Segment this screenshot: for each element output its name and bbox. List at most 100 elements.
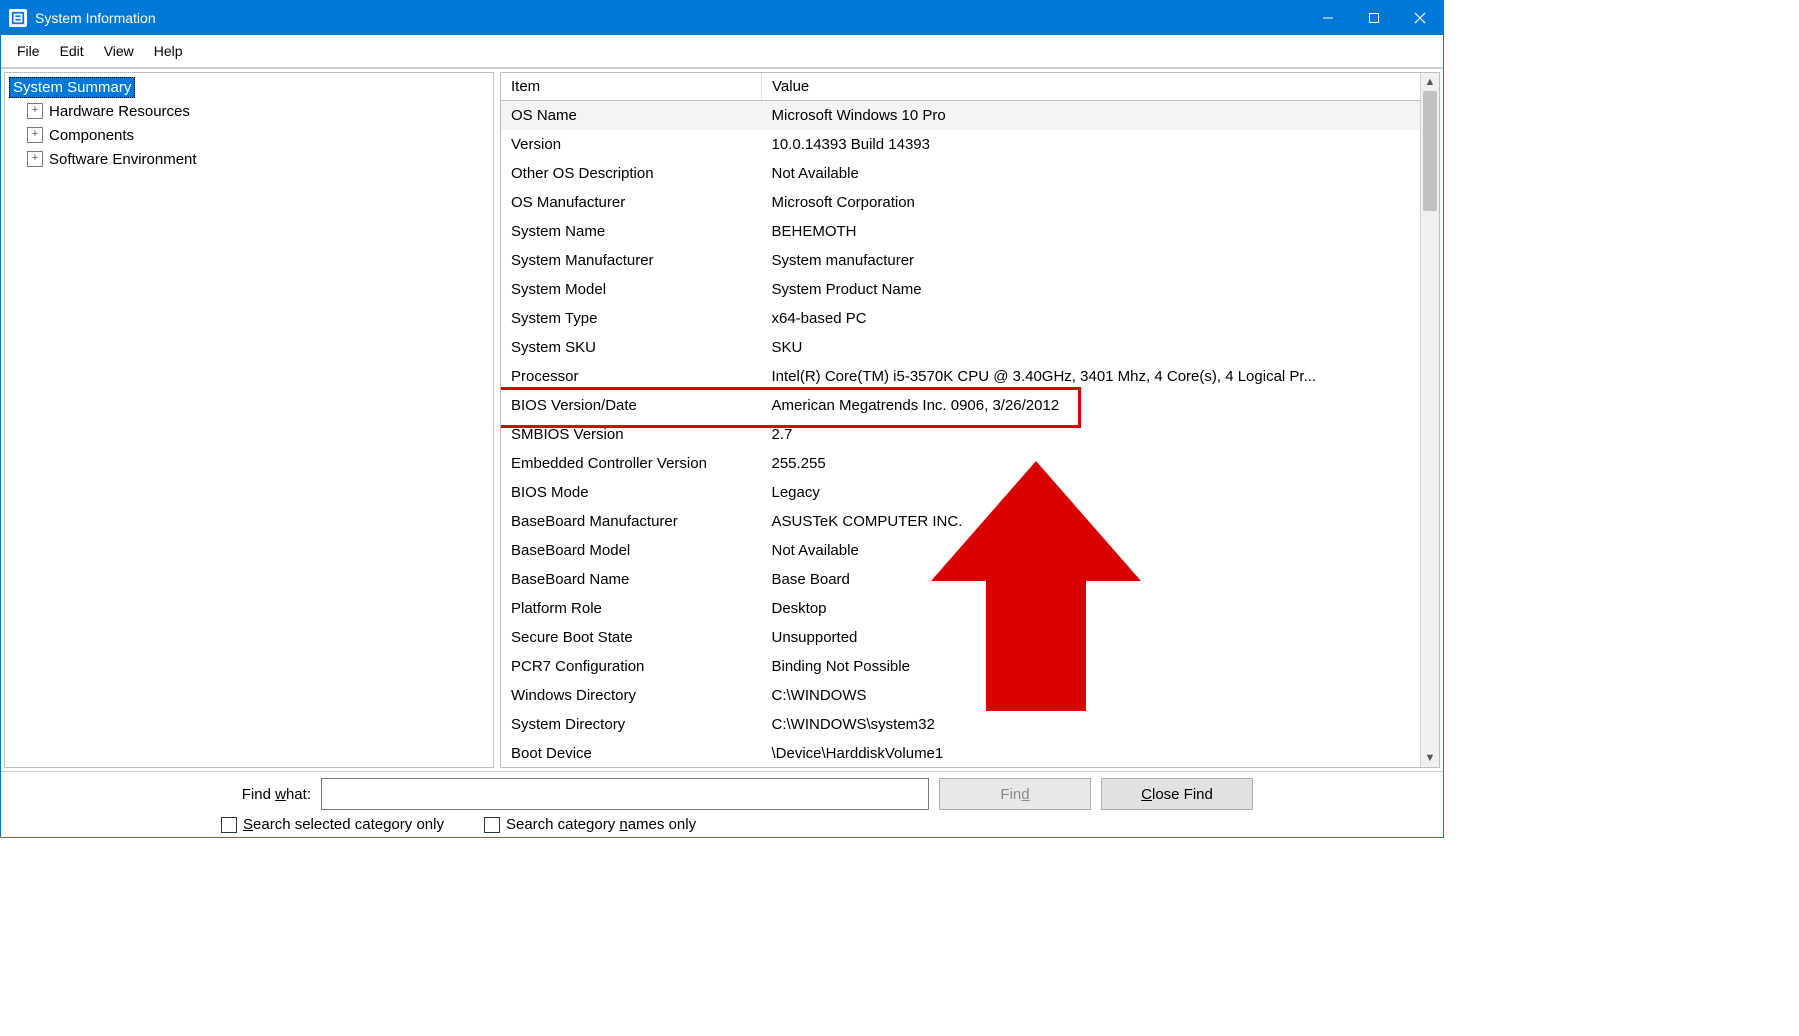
table-row[interactable]: Version10.0.14393 Build 14393: [501, 130, 1439, 159]
cell-value: x64-based PC: [762, 304, 1440, 333]
tree-item-hardware-resources[interactable]: + Hardware Resources: [27, 99, 489, 123]
scroll-thumb[interactable]: [1423, 91, 1437, 211]
table-row[interactable]: ProcessorIntel(R) Core(TM) i5-3570K CPU …: [501, 362, 1439, 391]
cell-item: Other OS Description: [501, 159, 762, 188]
column-header-value[interactable]: Value: [762, 73, 1440, 101]
cell-value: C:\WINDOWS\system32: [762, 710, 1440, 739]
table-row[interactable]: System ManufacturerSystem manufacturer: [501, 246, 1439, 275]
maximize-button[interactable]: [1351, 1, 1397, 35]
find-what-input[interactable]: [321, 778, 929, 810]
close-find-button[interactable]: Close Find: [1101, 778, 1253, 810]
cell-item: System SKU: [501, 333, 762, 362]
table-row[interactable]: Boot Device\Device\HarddiskVolume1: [501, 739, 1439, 767]
cell-value: Not Available: [762, 159, 1440, 188]
cell-value: 255.255: [762, 449, 1440, 478]
expand-icon[interactable]: +: [27, 127, 43, 143]
table-row[interactable]: System ModelSystem Product Name: [501, 275, 1439, 304]
table-row[interactable]: Other OS DescriptionNot Available: [501, 159, 1439, 188]
cell-value: \Device\HarddiskVolume1: [762, 739, 1440, 767]
details-scroll[interactable]: Item Value OS NameMicrosoft Windows 10 P…: [501, 73, 1439, 767]
table-row[interactable]: BaseBoard NameBase Board: [501, 565, 1439, 594]
table-row[interactable]: OS ManufacturerMicrosoft Corporation: [501, 188, 1439, 217]
cell-item: Platform Role: [501, 594, 762, 623]
cell-item: PCR7 Configuration: [501, 652, 762, 681]
menu-file[interactable]: File: [7, 40, 50, 62]
table-row[interactable]: Windows DirectoryC:\WINDOWS: [501, 681, 1439, 710]
scroll-down-button[interactable]: ▼: [1421, 749, 1439, 767]
minimize-button[interactable]: [1305, 1, 1351, 35]
search-selected-category-checkbox[interactable]: Search selected category only: [221, 816, 444, 833]
tree-item-label: Software Environment: [49, 151, 197, 168]
details-panel: Item Value OS NameMicrosoft Windows 10 P…: [500, 72, 1440, 768]
table-row[interactable]: BIOS Version/DateAmerican Megatrends Inc…: [501, 391, 1439, 420]
find-what-label: Find what:: [11, 786, 311, 803]
menu-help[interactable]: Help: [144, 40, 193, 62]
tree-item-components[interactable]: + Components: [27, 123, 489, 147]
cell-item: SMBIOS Version: [501, 420, 762, 449]
cell-value: System manufacturer: [762, 246, 1440, 275]
table-row[interactable]: Secure Boot StateUnsupported: [501, 623, 1439, 652]
titlebar: System Information: [1, 1, 1443, 35]
table-row[interactable]: System DirectoryC:\WINDOWS\system32: [501, 710, 1439, 739]
app-icon: [9, 9, 27, 27]
cell-value: SKU: [762, 333, 1440, 362]
cell-item: System Type: [501, 304, 762, 333]
cell-item: BaseBoard Manufacturer: [501, 507, 762, 536]
category-tree[interactable]: System Summary + Hardware Resources + Co…: [4, 72, 494, 768]
tree-root-label: System Summary: [9, 77, 135, 98]
tree-item-label: Hardware Resources: [49, 103, 190, 120]
close-button[interactable]: [1397, 1, 1443, 35]
content-area: System Summary + Hardware Resources + Co…: [1, 68, 1443, 771]
cell-item: BIOS Mode: [501, 478, 762, 507]
cell-item: Processor: [501, 362, 762, 391]
scroll-up-button[interactable]: ▲: [1421, 73, 1439, 91]
search-category-names-checkbox[interactable]: Search category names only: [484, 816, 696, 833]
table-row[interactable]: SMBIOS Version2.7: [501, 420, 1439, 449]
tree-item-software-environment[interactable]: + Software Environment: [27, 147, 489, 171]
table-row[interactable]: BaseBoard ManufacturerASUSTeK COMPUTER I…: [501, 507, 1439, 536]
cell-value: System Product Name: [762, 275, 1440, 304]
checkbox-icon: [484, 817, 500, 833]
table-row[interactable]: Embedded Controller Version255.255: [501, 449, 1439, 478]
table-row[interactable]: OS NameMicrosoft Windows 10 Pro: [501, 101, 1439, 131]
cell-value: Not Available: [762, 536, 1440, 565]
column-header-item[interactable]: Item: [501, 73, 762, 101]
details-table: Item Value OS NameMicrosoft Windows 10 P…: [501, 73, 1439, 767]
checkbox-icon: [221, 817, 237, 833]
table-row[interactable]: BaseBoard ModelNot Available: [501, 536, 1439, 565]
cell-item: System Model: [501, 275, 762, 304]
cell-value: Binding Not Possible: [762, 652, 1440, 681]
cell-item: Secure Boot State: [501, 623, 762, 652]
find-bar: Find what: Find Close Find Search select…: [1, 771, 1443, 837]
expand-icon[interactable]: +: [27, 103, 43, 119]
cell-item: Version: [501, 130, 762, 159]
table-row[interactable]: System NameBEHEMOTH: [501, 217, 1439, 246]
cell-value: Unsupported: [762, 623, 1440, 652]
tree-root-system-summary[interactable]: System Summary: [9, 75, 489, 99]
cell-value: Base Board: [762, 565, 1440, 594]
table-row[interactable]: System SKUSKU: [501, 333, 1439, 362]
cell-item: BaseBoard Model: [501, 536, 762, 565]
cell-item: BaseBoard Name: [501, 565, 762, 594]
cell-value: BEHEMOTH: [762, 217, 1440, 246]
window-title: System Information: [35, 10, 156, 26]
scroll-track[interactable]: [1421, 91, 1439, 749]
table-row[interactable]: System Typex64-based PC: [501, 304, 1439, 333]
vertical-scrollbar[interactable]: ▲ ▼: [1420, 73, 1439, 767]
find-button[interactable]: Find: [939, 778, 1091, 810]
cell-value: 2.7: [762, 420, 1440, 449]
cell-value: Intel(R) Core(TM) i5-3570K CPU @ 3.40GHz…: [762, 362, 1440, 391]
cell-value: Microsoft Windows 10 Pro: [762, 101, 1440, 131]
cell-item: OS Name: [501, 101, 762, 131]
cell-item: System Manufacturer: [501, 246, 762, 275]
system-information-window: System Information File Edit View Help S…: [0, 0, 1444, 838]
table-row[interactable]: BIOS ModeLegacy: [501, 478, 1439, 507]
menu-edit[interactable]: Edit: [50, 40, 94, 62]
cell-value: Legacy: [762, 478, 1440, 507]
cell-value: Microsoft Corporation: [762, 188, 1440, 217]
expand-icon[interactable]: +: [27, 151, 43, 167]
menu-view[interactable]: View: [94, 40, 144, 62]
table-row[interactable]: PCR7 ConfigurationBinding Not Possible: [501, 652, 1439, 681]
tree-item-label: Components: [49, 127, 134, 144]
table-row[interactable]: Platform RoleDesktop: [501, 594, 1439, 623]
